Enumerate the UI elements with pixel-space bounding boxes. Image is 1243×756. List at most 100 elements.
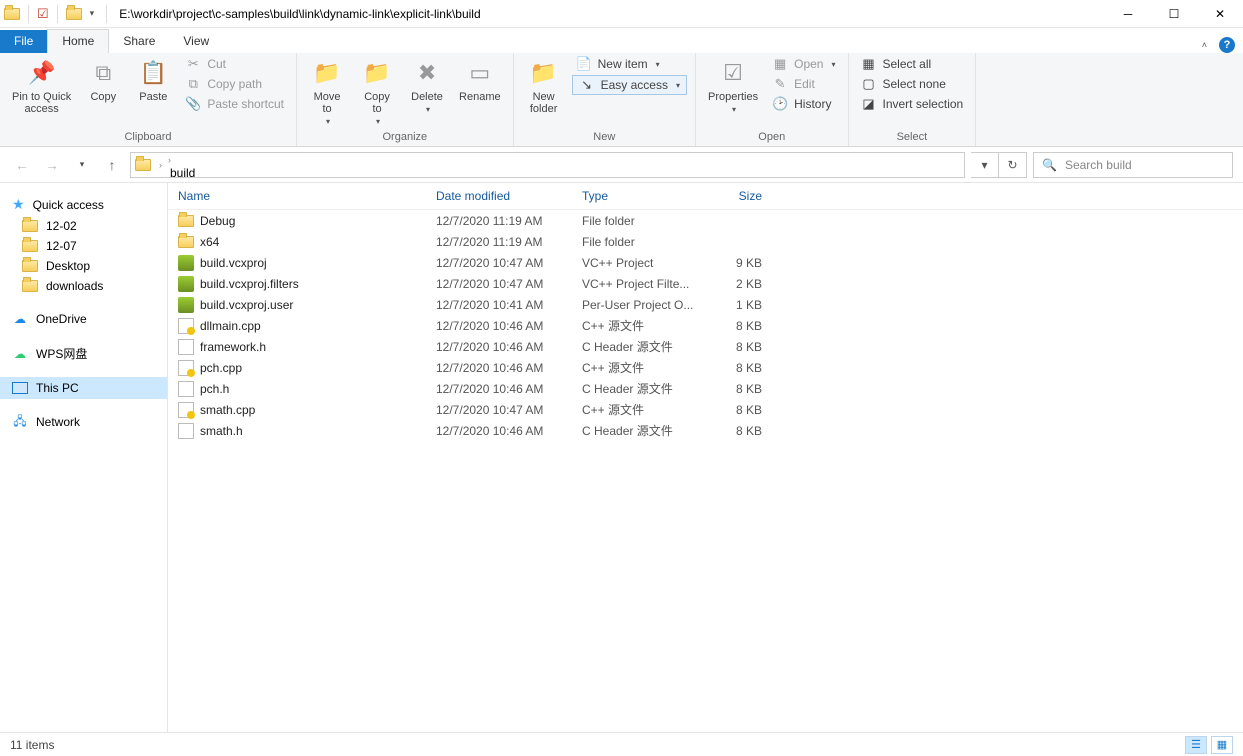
column-size[interactable]: Size [702,189,772,203]
group-new: 📁New folder 📄New item▾ ↘Easy access▾ New [514,53,696,146]
tab-share[interactable]: Share [109,30,169,53]
details-view-button[interactable]: ☰ [1185,736,1207,754]
file-row[interactable]: pch.h12/7/2020 10:46 AMC Header 源文件8 KB [168,378,1243,399]
file-row[interactable]: x6412/7/2020 11:19 AMFile folder [168,231,1243,252]
file-name: build.vcxproj.user [200,298,293,312]
file-row[interactable]: build.vcxproj.user12/7/2020 10:41 AMPer-… [168,294,1243,315]
navigation-pane[interactable]: ★Quick access 12-0212-07Desktopdownloads… [0,183,168,732]
nav-onedrive[interactable]: ☁OneDrive [0,308,167,330]
file-type: VC++ Project Filte... [582,277,702,291]
file-row[interactable]: dllmain.cpp12/7/2020 10:46 AMC++ 源文件8 KB [168,315,1243,336]
column-headers: Name Date modified Type Size [168,183,1243,210]
rename-button[interactable]: ▭Rename [455,55,505,105]
nav-network[interactable]: 🖧Network [0,411,167,433]
file-row[interactable]: pch.cpp12/7/2020 10:46 AMC++ 源文件8 KB [168,357,1243,378]
column-date[interactable]: Date modified [436,189,582,203]
file-row[interactable]: framework.h12/7/2020 10:46 AMC Header 源文… [168,336,1243,357]
scissors-icon: ✂ [185,56,201,72]
address-dropdown-button[interactable]: ▾ [971,152,999,178]
close-button[interactable]: ✕ [1197,0,1243,28]
select-none-button[interactable]: ▢Select none [857,75,968,93]
help-icon[interactable]: ? [1219,37,1235,53]
new-item-button[interactable]: 📄New item▾ [572,55,687,73]
breadcrumb-segment[interactable]: build [166,166,241,178]
tab-home[interactable]: Home [47,29,109,53]
file-size: 8 KB [702,403,772,417]
file-row[interactable]: smath.h12/7/2020 10:46 AMC Header 源文件8 K… [168,420,1243,441]
tab-file[interactable]: File [0,30,47,53]
qat-customize-chevron-icon[interactable]: ▾ [86,8,99,19]
easy-access-button[interactable]: ↘Easy access▾ [572,75,687,95]
copy-button[interactable]: ⧉ Copy [81,55,125,105]
file-row[interactable]: build.vcxproj12/7/2020 10:47 AMVC++ Proj… [168,252,1243,273]
back-button[interactable]: ← [10,153,34,177]
star-icon: ★ [12,196,25,213]
copy-path-button[interactable]: ⧉Copy path [181,75,288,93]
edit-button[interactable]: ✎Edit [768,75,839,93]
nav-wps[interactable]: ☁WPS网盘 [0,342,167,365]
cut-button[interactable]: ✂Cut [181,55,288,73]
select-all-button[interactable]: ▦Select all [857,55,968,73]
large-icons-view-button[interactable]: ▦ [1211,736,1233,754]
nav-quick-item[interactable]: downloads [0,276,167,296]
delete-button[interactable]: ✖Delete▾ [405,55,449,116]
select-none-icon: ▢ [861,76,877,92]
file-rows: Debug12/7/2020 11:19 AMFile folderx6412/… [168,210,1243,732]
nav-quick-access[interactable]: ★Quick access [0,193,167,216]
file-type: File folder [582,235,702,249]
nav-this-pc[interactable]: This PC [0,377,167,399]
open-button[interactable]: ▦Open▾ [768,55,839,73]
paste-shortcut-button[interactable]: 📎Paste shortcut [181,95,288,113]
recent-locations-button[interactable]: ▾ [70,153,94,177]
search-box[interactable]: 🔍 Search build [1033,152,1233,178]
group-select: ▦Select all ▢Select none ◪Invert selecti… [849,53,977,146]
pin-to-quick-access-button[interactable]: 📌 Pin to Quick access [8,55,75,117]
tab-view[interactable]: View [169,30,223,53]
maximize-button[interactable]: ☐ [1151,0,1197,28]
nav-quick-item[interactable]: Desktop [0,256,167,276]
nav-quick-item[interactable]: 12-02 [0,216,167,236]
properties-button[interactable]: ☑Properties▾ [704,55,762,116]
properties-icon: ☑ [717,57,749,89]
copy-to-button[interactable]: 📁Copy to▾ [355,55,399,128]
file-icon [178,423,194,439]
minimize-button[interactable]: ─ [1105,0,1151,28]
group-label: Select [857,129,968,146]
forward-button[interactable]: → [40,153,64,177]
history-icon: 🕑 [772,96,788,112]
separator [28,5,29,23]
file-type: VC++ Project [582,256,702,270]
file-type: File folder [582,214,702,228]
column-type[interactable]: Type [582,189,702,203]
search-icon: 🔍 [1042,158,1057,172]
separator [57,5,58,23]
up-button[interactable]: ↑ [100,153,124,177]
nav-quick-item[interactable]: 12-07 [0,236,167,256]
file-row[interactable]: Debug12/7/2020 11:19 AMFile folder [168,210,1243,231]
new-folder-qat-icon[interactable] [66,8,82,20]
chevron-right-icon[interactable]: › [157,160,164,170]
refresh-button[interactable]: ↻ [999,152,1027,178]
delete-icon: ✖ [411,57,443,89]
properties-qat-icon[interactable]: ☑ [37,6,49,22]
window-buttons: ─ ☐ ✕ [1105,0,1243,28]
move-to-button[interactable]: 📁Move to▾ [305,55,349,128]
chevron-right-icon[interactable]: › [166,155,173,165]
folder-icon [178,215,194,227]
breadcrumb-segment[interactable]: c-samples [166,152,241,153]
paste-icon: 📋 [137,57,169,89]
file-type: C++ 源文件 [582,317,702,334]
history-button[interactable]: 🕑History [768,95,839,113]
copy-to-icon: 📁 [361,57,393,89]
address-bar[interactable]: › This PC›软件 (E:)›workdir›project›c-samp… [130,152,965,178]
invert-selection-button[interactable]: ◪Invert selection [857,95,968,113]
paste-button[interactable]: 📋 Paste [131,55,175,105]
minimize-ribbon-icon[interactable]: ˄ [1198,40,1211,50]
file-row[interactable]: smath.cpp12/7/2020 10:47 AMC++ 源文件8 KB [168,399,1243,420]
column-name[interactable]: Name [178,189,436,203]
new-folder-button[interactable]: 📁New folder [522,55,566,117]
group-label: Open [704,129,840,146]
group-label: Clipboard [8,129,288,146]
file-row[interactable]: build.vcxproj.filters12/7/2020 10:47 AMV… [168,273,1243,294]
group-label: New [522,129,687,146]
